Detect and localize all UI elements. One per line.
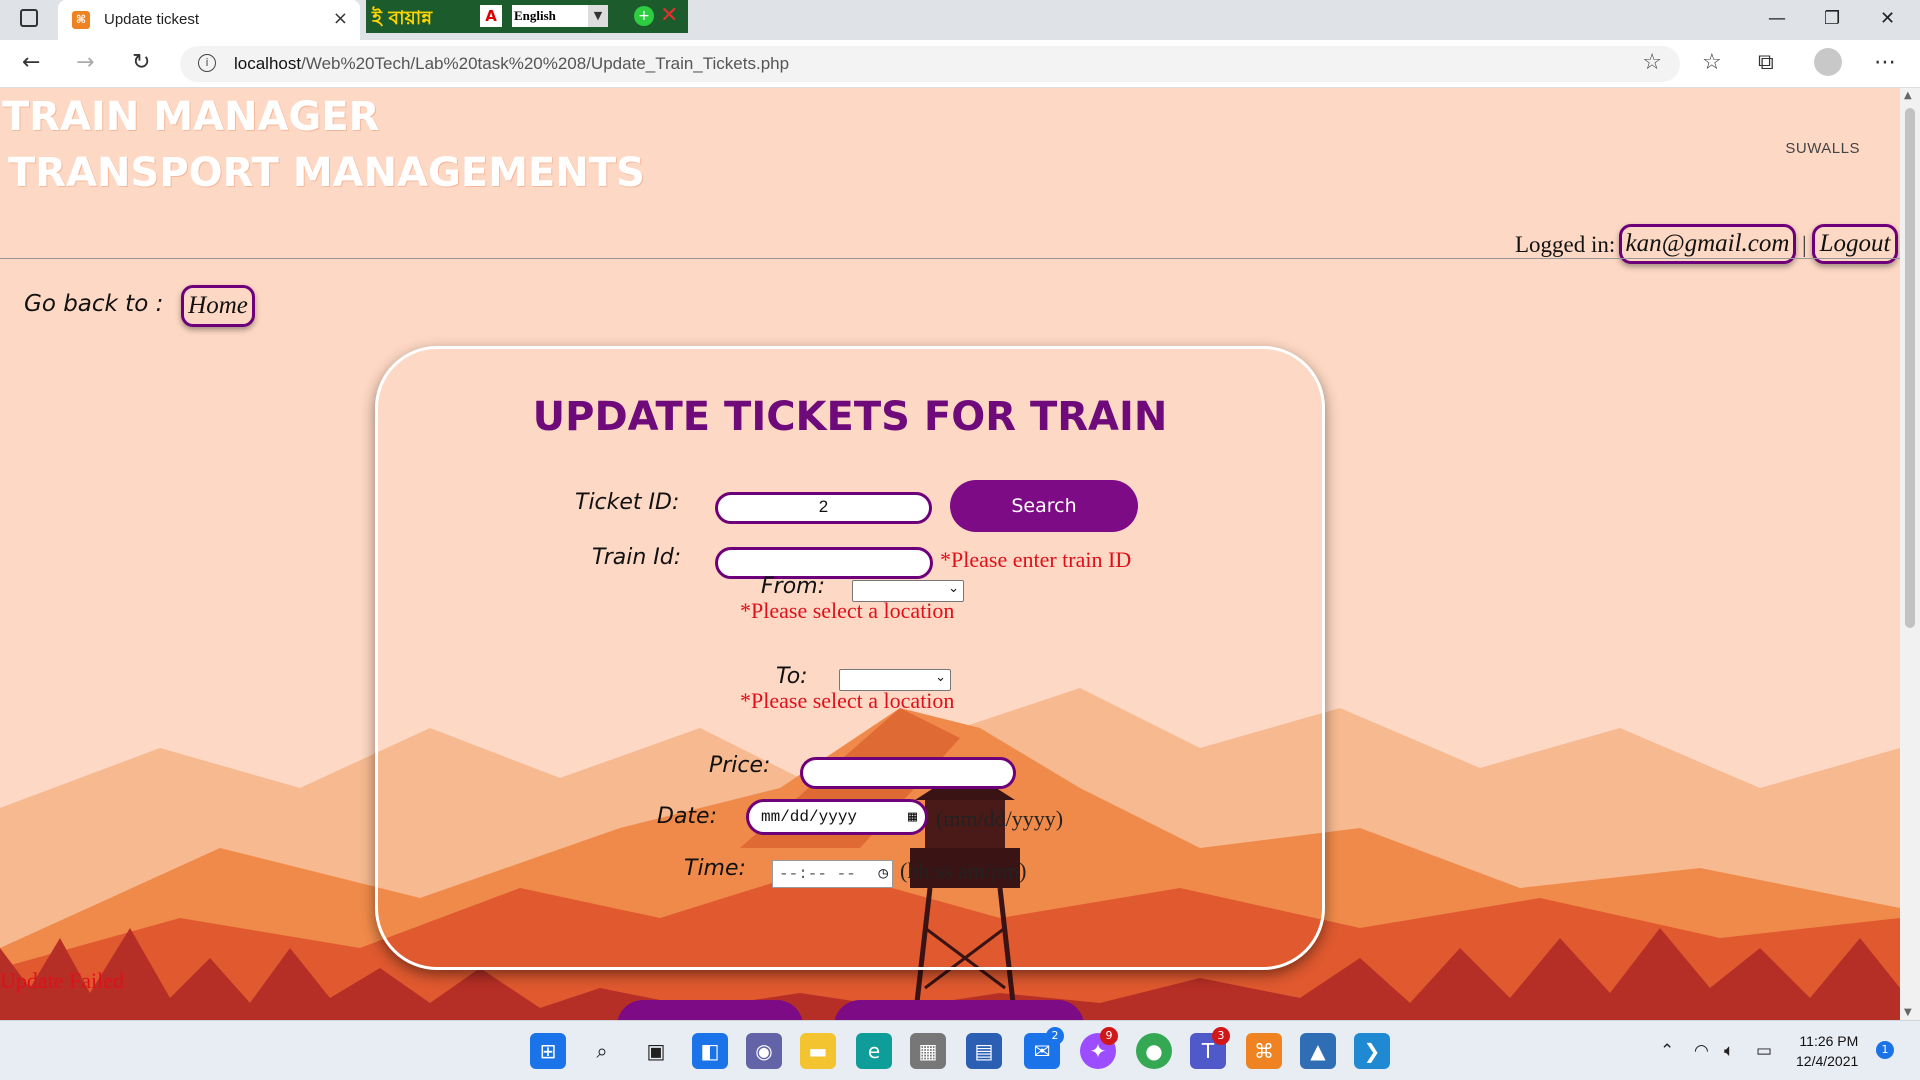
reset-button[interactable] <box>834 1000 1084 1020</box>
time-input[interactable]: --:-- -- ◷ <box>772 860 893 888</box>
home-link[interactable]: Home <box>181 285 255 327</box>
scroll-down-icon[interactable]: ▼ <box>1904 1007 1912 1018</box>
xampp-favicon-icon: ⌘ <box>72 11 90 29</box>
add-icon[interactable]: + <box>634 6 654 26</box>
train-id-label: Train Id: <box>592 545 682 570</box>
add-favorite-icon[interactable]: ☆ <box>1642 50 1662 75</box>
photos-icon[interactable]: ▲ <box>1300 1033 1336 1069</box>
train-id-error: *Please enter train ID <box>940 547 1132 572</box>
update-status-message: Update Failed <box>0 968 125 993</box>
site-info-icon[interactable]: i <box>198 54 216 72</box>
site-title-line2: TRANSPORT MANAGEMENTS <box>8 150 645 196</box>
bangla-extension-label[interactable]: ই বায়ান্ন <box>372 4 432 36</box>
volume-icon[interactable]: 🔈︎ <box>1724 1041 1734 1061</box>
ticket-id-input[interactable]: 2 <box>715 492 932 524</box>
search-icon[interactable]: ⌕ <box>584 1033 620 1069</box>
collections-icon[interactable]: ⧉ <box>1758 50 1774 75</box>
price-label: Price: <box>709 753 771 778</box>
clock-time: 11:26 PM <box>1799 1033 1859 1049</box>
chevron-down-icon: ⌄ <box>935 670 946 685</box>
teams-chat-icon[interactable]: ◉ <box>746 1033 782 1069</box>
profile-avatar-icon[interactable] <box>1814 48 1842 76</box>
more-menu-icon[interactable]: ⋯ <box>1874 50 1896 75</box>
teams-badge: 3 <box>1212 1027 1230 1045</box>
restore-icon[interactable]: ❐ <box>1824 8 1840 29</box>
calendar-icon[interactable]: ▦ <box>908 807 917 826</box>
minimize-icon[interactable]: — <box>1768 8 1786 29</box>
close-extension-icon[interactable]: ✕ <box>660 3 678 28</box>
forward-icon[interactable]: → <box>76 50 94 75</box>
task-view-icon[interactable]: ▣ <box>638 1033 674 1069</box>
date-placeholder: mm/dd/yyyy <box>761 808 858 826</box>
go-back-label: Go back to : <box>24 291 164 317</box>
browser-titlebar: ⌘ Update tickest × ই বায়ান্ন A English … <box>0 0 1920 40</box>
back-icon[interactable]: ← <box>22 50 40 75</box>
chevron-down-icon: ⌄ <box>948 581 959 596</box>
date-format-hint: (mm/dd/yyyy) <box>936 806 1064 831</box>
edge-icon[interactable]: e <box>856 1033 892 1069</box>
web-page: TRAIN MANAGER TRANSPORT MANAGEMENTS SUWA… <box>0 88 1900 1020</box>
url-bar[interactable]: i localhost/Web%20Tech/Lab%20task%20%208… <box>180 46 1680 82</box>
tab-title: Update tickest <box>104 11 200 28</box>
mail-badge: 2 <box>1046 1027 1064 1045</box>
scroll-up-icon[interactable]: ▲ <box>1904 90 1912 101</box>
show-hidden-icons-icon[interactable]: ⌃ <box>1660 1041 1674 1061</box>
clock-date: 12/4/2021 <box>1796 1053 1859 1069</box>
start-icon[interactable]: ⊞ <box>530 1033 566 1069</box>
header-divider <box>0 258 1900 259</box>
close-window-icon[interactable]: ✕ <box>1880 8 1895 29</box>
address-toolbar: ← → ↻ i localhost/Web%20Tech/Lab%20task%… <box>0 40 1920 88</box>
search-button[interactable]: Search <box>950 480 1138 532</box>
time-format-hint: (hh:ss am/pm) <box>900 858 1027 883</box>
xampp-icon[interactable]: ⌘ <box>1246 1033 1282 1069</box>
messenger-badge: 9 <box>1100 1027 1118 1045</box>
favorites-icon[interactable]: ☆ <box>1702 50 1722 75</box>
language-select[interactable]: English <box>512 5 588 27</box>
price-input[interactable] <box>800 757 1016 789</box>
battery-icon[interactable]: ▭ <box>1756 1041 1772 1061</box>
from-error: *Please select a location <box>740 598 955 623</box>
taskbar-clock[interactable]: 11:26 PM 12/4/2021 <box>1796 1031 1858 1071</box>
logged-in-label: Logged in: <box>1515 232 1616 257</box>
date-input[interactable]: mm/dd/yyyy ▦ <box>746 799 928 835</box>
tab-actions-icon[interactable] <box>20 9 38 27</box>
chrome-icon[interactable]: ● <box>1136 1033 1172 1069</box>
reload-icon[interactable]: ↻ <box>132 50 150 75</box>
language-extension-bar: ই বায়ান্ন A English ▼ + ✕ <box>366 0 688 33</box>
file-explorer-icon[interactable]: ▬ <box>800 1033 836 1069</box>
clock-icon[interactable]: ◷ <box>878 863 888 883</box>
wifi-icon[interactable]: ◠ <box>1694 1041 1709 1061</box>
language-dropdown-icon[interactable]: ▼ <box>588 5 608 27</box>
submit-button[interactable] <box>617 1000 803 1020</box>
site-title-line1: TRAIN MANAGER <box>2 94 380 140</box>
url-text[interactable]: localhost/Web%20Tech/Lab%20task%20%208/U… <box>234 54 789 74</box>
form-title: UPDATE TICKETS FOR TRAIN <box>532 394 1168 440</box>
browser-tab[interactable]: ⌘ Update tickest × <box>58 0 360 40</box>
to-error: *Please select a location <box>740 688 955 713</box>
header-separator: | <box>1802 232 1807 257</box>
time-label: Time: <box>684 856 746 881</box>
widgets-icon[interactable]: ◧ <box>692 1033 728 1069</box>
notification-badge[interactable]: 1 <box>1876 1041 1894 1059</box>
store-icon[interactable]: ▤ <box>966 1033 1002 1069</box>
date-label: Date: <box>657 804 717 829</box>
from-label: From: <box>761 574 826 599</box>
scrollbar-thumb[interactable] <box>1905 108 1915 628</box>
ticket-id-label: Ticket ID: <box>575 490 680 515</box>
time-placeholder: --:-- -- <box>779 865 856 883</box>
watermark-text: SUWALLS <box>1785 140 1860 157</box>
pdf-icon[interactable]: A <box>480 5 502 27</box>
calculator-icon[interactable]: ▦ <box>910 1033 946 1069</box>
vscode-icon[interactable]: ❯ <box>1354 1033 1390 1069</box>
to-label: To: <box>776 664 808 689</box>
windows-taskbar: ⊞ ⌕ ▣ ◧ ◉ ▬ e ▦ ▤ ✉ 2 ✦ 9 ● T 3 ⌘ ▲ ❯ ⌃ … <box>0 1020 1920 1080</box>
tab-close-icon[interactable]: × <box>333 8 348 29</box>
page-scrollbar[interactable]: ▲ ▼ <box>1900 88 1920 1020</box>
